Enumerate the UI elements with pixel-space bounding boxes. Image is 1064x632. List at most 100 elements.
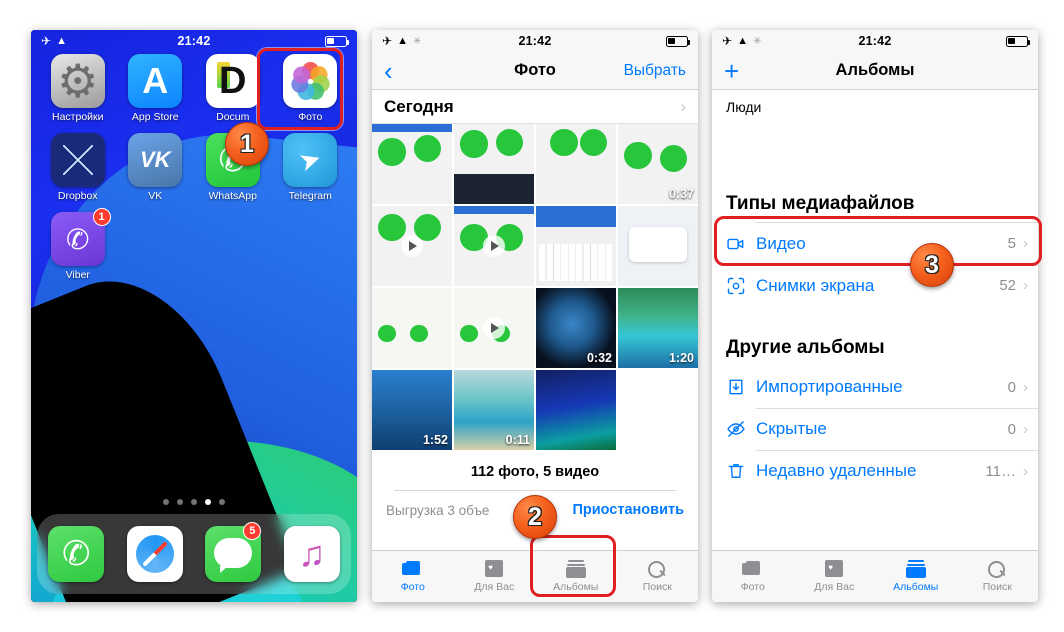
app-vk[interactable]: VK [117, 133, 195, 202]
app-label: Фото [298, 111, 323, 123]
viber-badge: 1 [92, 208, 111, 226]
app-settings[interactable]: Настройки [39, 54, 117, 123]
tab-photos[interactable]: Фото [712, 560, 794, 593]
screenshot-stage: ✈ ▲ 21:42 Настройки App Store [0, 0, 1064, 632]
app-photos[interactable]: Фото [272, 54, 350, 123]
video-duration: 0:11 [505, 433, 530, 447]
battery-icon [325, 35, 350, 47]
chevron-right-icon: › [1023, 277, 1028, 294]
dock-phone[interactable] [48, 526, 105, 582]
photos-tab-icon [741, 560, 764, 578]
photo-cell[interactable] [372, 206, 452, 286]
people-label: Люди [712, 90, 1038, 115]
status-time: 21:42 [858, 34, 892, 48]
dock-messages[interactable]: 5 [205, 522, 262, 582]
dock-safari[interactable] [126, 526, 183, 582]
album-label: Скрытые [756, 419, 827, 438]
album-row-hidden[interactable]: Скрытые 0 › [712, 408, 1038, 450]
chevron-right-icon: › [1023, 462, 1028, 480]
tab-search[interactable]: Поиск [957, 560, 1039, 593]
battery-area [666, 35, 691, 47]
app-app-store[interactable]: App Store [117, 54, 195, 123]
photo-cell[interactable] [536, 206, 616, 286]
app-documents[interactable]: Docum [194, 54, 272, 123]
step-badge-1: 1 [225, 122, 269, 166]
for-you-tab-icon: ♥ [823, 560, 845, 578]
app-label: VK [148, 190, 163, 202]
status-bar: ✈ ▲ ✳ 21:42 [712, 30, 1038, 52]
app-dropbox[interactable]: Dropbox [39, 133, 117, 202]
photo-cell[interactable] [454, 124, 534, 204]
photo-cell-video[interactable]: 0:37 [618, 124, 698, 204]
photo-cell-video[interactable]: 1:20 [618, 288, 698, 368]
app-label: App Store [131, 111, 179, 123]
photos-icon [283, 54, 338, 108]
for-you-tab-icon: ♥ [483, 560, 505, 578]
tab-photos[interactable]: Фото [372, 560, 454, 593]
page-dot [191, 499, 197, 505]
page-dot [219, 499, 225, 505]
section-header-today[interactable]: Сегодня › [372, 90, 698, 124]
app-label: WhatsApp [208, 190, 257, 202]
album-label: Видео [756, 233, 806, 253]
video-duration: 0:37 [668, 187, 694, 201]
tab-albums[interactable]: Альбомы [875, 560, 957, 593]
photo-cell-empty [618, 370, 698, 450]
status-bar: ✈ ▲ 21:42 [31, 30, 357, 52]
photo-cell[interactable] [536, 124, 616, 204]
app-telegram[interactable]: Telegram [272, 133, 350, 202]
pause-upload-button[interactable]: Приостановить [572, 502, 684, 518]
page-title: Альбомы [835, 61, 915, 79]
chevron-right-icon: › [680, 96, 686, 116]
photo-cell-video[interactable]: 0:32 [536, 288, 616, 368]
photo-cell-video[interactable]: 1:52 [372, 370, 452, 450]
photo-cell[interactable] [454, 206, 534, 286]
photo-cell[interactable] [618, 206, 698, 286]
chevron-right-icon: › [1023, 420, 1028, 438]
photo-cell-video[interactable]: 0:11 [454, 370, 534, 450]
album-row-recently-deleted[interactable]: Недавно удаленные 11… › [712, 450, 1038, 492]
hidden-eye-icon [726, 419, 752, 439]
safari-icon [126, 526, 183, 582]
tab-label: Для Вас [474, 581, 515, 593]
page-dot [177, 499, 183, 505]
album-row-video[interactable]: Видео 5 › [712, 222, 1038, 265]
photo-cell[interactable] [372, 288, 452, 368]
media-count: 112 фото, 5 видео [372, 450, 698, 490]
tab-for-you[interactable]: ♥ Для Вас [794, 560, 876, 593]
search-tab-icon [986, 560, 1008, 578]
photo-cell[interactable] [536, 370, 616, 450]
people-spacer [712, 115, 1038, 177]
page-dot [163, 499, 169, 505]
page-dots[interactable] [31, 499, 357, 505]
tab-label: Фото [740, 581, 765, 593]
chevron-right-icon: › [1023, 235, 1028, 252]
select-button[interactable]: Выбрать [624, 62, 686, 80]
play-icon [483, 235, 505, 257]
nav-bar: + Альбомы [712, 52, 1038, 90]
album-count: 0 [1007, 378, 1016, 396]
dock-music[interactable] [283, 526, 340, 582]
app-viber[interactable]: 1 Viber [39, 208, 117, 281]
dropbox-icon [50, 133, 105, 187]
spacer [712, 306, 1038, 321]
tab-search[interactable]: Поиск [617, 560, 699, 593]
tab-for-you[interactable]: ♥ Для Вас [454, 560, 536, 593]
trash-icon [726, 461, 752, 481]
app-label: Viber [65, 269, 90, 281]
album-row-imported[interactable]: Импортированные 0 › [712, 366, 1038, 408]
album-count: 52 [999, 277, 1016, 294]
tab-albums[interactable]: Альбомы [535, 560, 617, 593]
photos-tab-icon [401, 560, 424, 578]
chevron-left-icon[interactable]: ‹ [384, 58, 393, 84]
import-icon [726, 377, 752, 397]
photo-cell[interactable] [372, 124, 452, 204]
documents-icon [205, 54, 260, 108]
album-label: Недавно удаленные [756, 461, 917, 480]
plus-icon[interactable]: + [724, 58, 739, 84]
dock: 5 [37, 514, 351, 594]
other-albums-title: Другие альбомы [712, 320, 1038, 366]
tab-label: Фото [400, 581, 425, 593]
photo-cell[interactable] [454, 288, 534, 368]
album-row-screenshots[interactable]: Снимки экрана 52 › [712, 264, 1038, 307]
